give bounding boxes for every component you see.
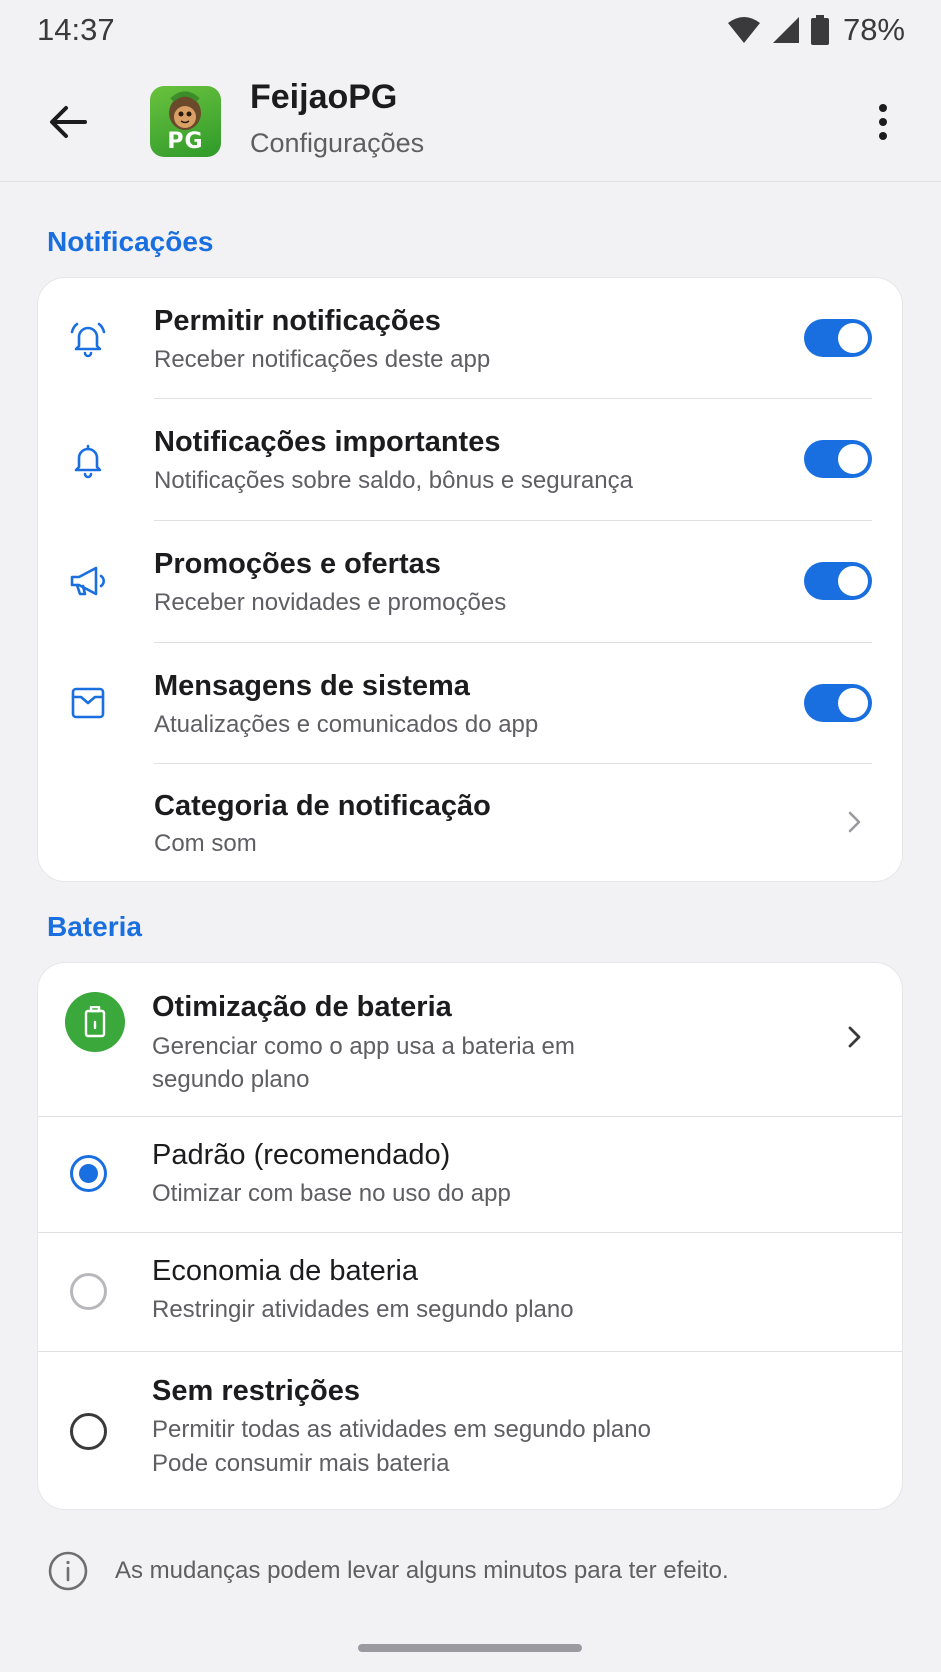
back-button[interactable] xyxy=(42,96,94,148)
battery-option-standard[interactable]: Padrão (recomendado) Otimizar com base n… xyxy=(38,1117,902,1232)
setting-subtitle: Com som xyxy=(154,830,257,857)
inbox-icon xyxy=(66,681,110,725)
setting-system-messages[interactable]: Mensagens de sistema Atualizações e comu… xyxy=(38,643,902,764)
page-subtitle: Configurações xyxy=(250,128,425,158)
radio-unrestricted[interactable] xyxy=(70,1413,107,1450)
more-vert-icon xyxy=(879,104,887,112)
battery-card: Otimização de bateria Gerenciar como o a… xyxy=(37,962,903,1510)
home-indicator[interactable] xyxy=(358,1644,582,1652)
setting-subtitle: Receber notificações deste app xyxy=(154,346,491,373)
option-title: Economia de bateria xyxy=(152,1255,418,1287)
option-subtitle: Restringir atividades em segundo plano xyxy=(152,1296,574,1323)
chevron-right-icon xyxy=(848,1026,861,1048)
footer-note-text: As mudanças podem levar alguns minutos p… xyxy=(115,1557,729,1584)
setting-title: Promoções e ofertas xyxy=(154,548,441,580)
app-logo-text: PG xyxy=(167,129,204,154)
setting-title: Notificações importantes xyxy=(154,426,501,458)
chevron-right-icon xyxy=(848,811,861,833)
bell-ringing-icon xyxy=(66,316,110,360)
more-options-button[interactable] xyxy=(865,96,901,148)
arrow-back-icon xyxy=(50,106,87,138)
status-bar: 14:37 78% xyxy=(0,0,941,60)
option-title: Padrão (recomendado) xyxy=(152,1139,451,1171)
battery-option-saver[interactable]: Economia de bateria Restringir atividade… xyxy=(38,1233,902,1351)
toggle-important-notifications[interactable] xyxy=(804,440,872,478)
status-icons: 78% xyxy=(727,12,905,48)
option-subtitle: Otimizar com base no uso do app xyxy=(152,1180,511,1207)
bell-icon xyxy=(66,437,110,481)
battery-option-unrestricted[interactable]: Sem restrições Permitir todas as ativida… xyxy=(38,1352,902,1509)
section-title-battery: Bateria xyxy=(47,911,142,942)
setting-important-notifications[interactable]: Notificações importantes Notificações so… xyxy=(38,399,902,521)
app-logo: PG xyxy=(150,86,221,157)
setting-subtitle-line1: Gerenciar como o app usa a bateria em xyxy=(152,1033,575,1060)
info-icon xyxy=(48,1551,88,1591)
setting-notification-category[interactable]: Categoria de notificação Com som xyxy=(38,764,902,881)
more-vert-dot xyxy=(879,118,887,126)
battery-optimization-icon xyxy=(65,992,125,1052)
toggle-system-messages[interactable] xyxy=(804,684,872,722)
section-title-notifications: Notificações xyxy=(47,226,214,257)
radio-standard[interactable] xyxy=(70,1155,107,1192)
signal-icon xyxy=(772,17,799,43)
option-subtitle-line1: Permitir todas as atividades em segundo … xyxy=(152,1416,651,1443)
setting-title: Permitir notificações xyxy=(154,305,441,337)
megaphone-icon xyxy=(66,559,110,603)
app-header: PG FeijaoPG Configurações xyxy=(0,60,941,182)
notifications-card: Permitir notificações Receber notificaçõ… xyxy=(37,277,903,882)
setting-allow-notifications[interactable]: Permitir notificações Receber notificaçõ… xyxy=(38,278,902,399)
option-title: Sem restrições xyxy=(152,1375,360,1407)
setting-subtitle: Notificações sobre saldo, bônus e segura… xyxy=(154,467,633,494)
option-subtitle-line2: Pode consumir mais bateria xyxy=(152,1450,450,1477)
setting-subtitle: Atualizações e comunicados do app xyxy=(154,711,539,738)
footer-note: As mudanças podem levar alguns minutos p… xyxy=(47,1550,729,1592)
battery-icon xyxy=(810,15,829,45)
setting-battery-optimization[interactable]: Otimização de bateria Gerenciar como o a… xyxy=(38,963,902,1116)
wifi-icon xyxy=(727,17,760,43)
more-vert-dot xyxy=(879,132,887,140)
toggle-allow-notifications[interactable] xyxy=(804,319,872,357)
setting-subtitle: Receber novidades e promoções xyxy=(154,589,507,616)
radio-saver[interactable] xyxy=(70,1273,107,1310)
setting-subtitle-line2: segundo plano xyxy=(152,1066,310,1093)
status-time: 14:37 xyxy=(37,12,115,47)
setting-title: Mensagens de sistema xyxy=(154,670,470,702)
setting-title: Otimização de bateria xyxy=(152,991,452,1023)
setting-title: Categoria de notificação xyxy=(154,790,491,822)
toggle-promotions[interactable] xyxy=(804,562,872,600)
battery-percentage: 78% xyxy=(842,12,905,47)
setting-promotions[interactable]: Promoções e ofertas Receber novidades e … xyxy=(38,521,902,642)
app-title: FeijaoPG xyxy=(250,78,398,116)
